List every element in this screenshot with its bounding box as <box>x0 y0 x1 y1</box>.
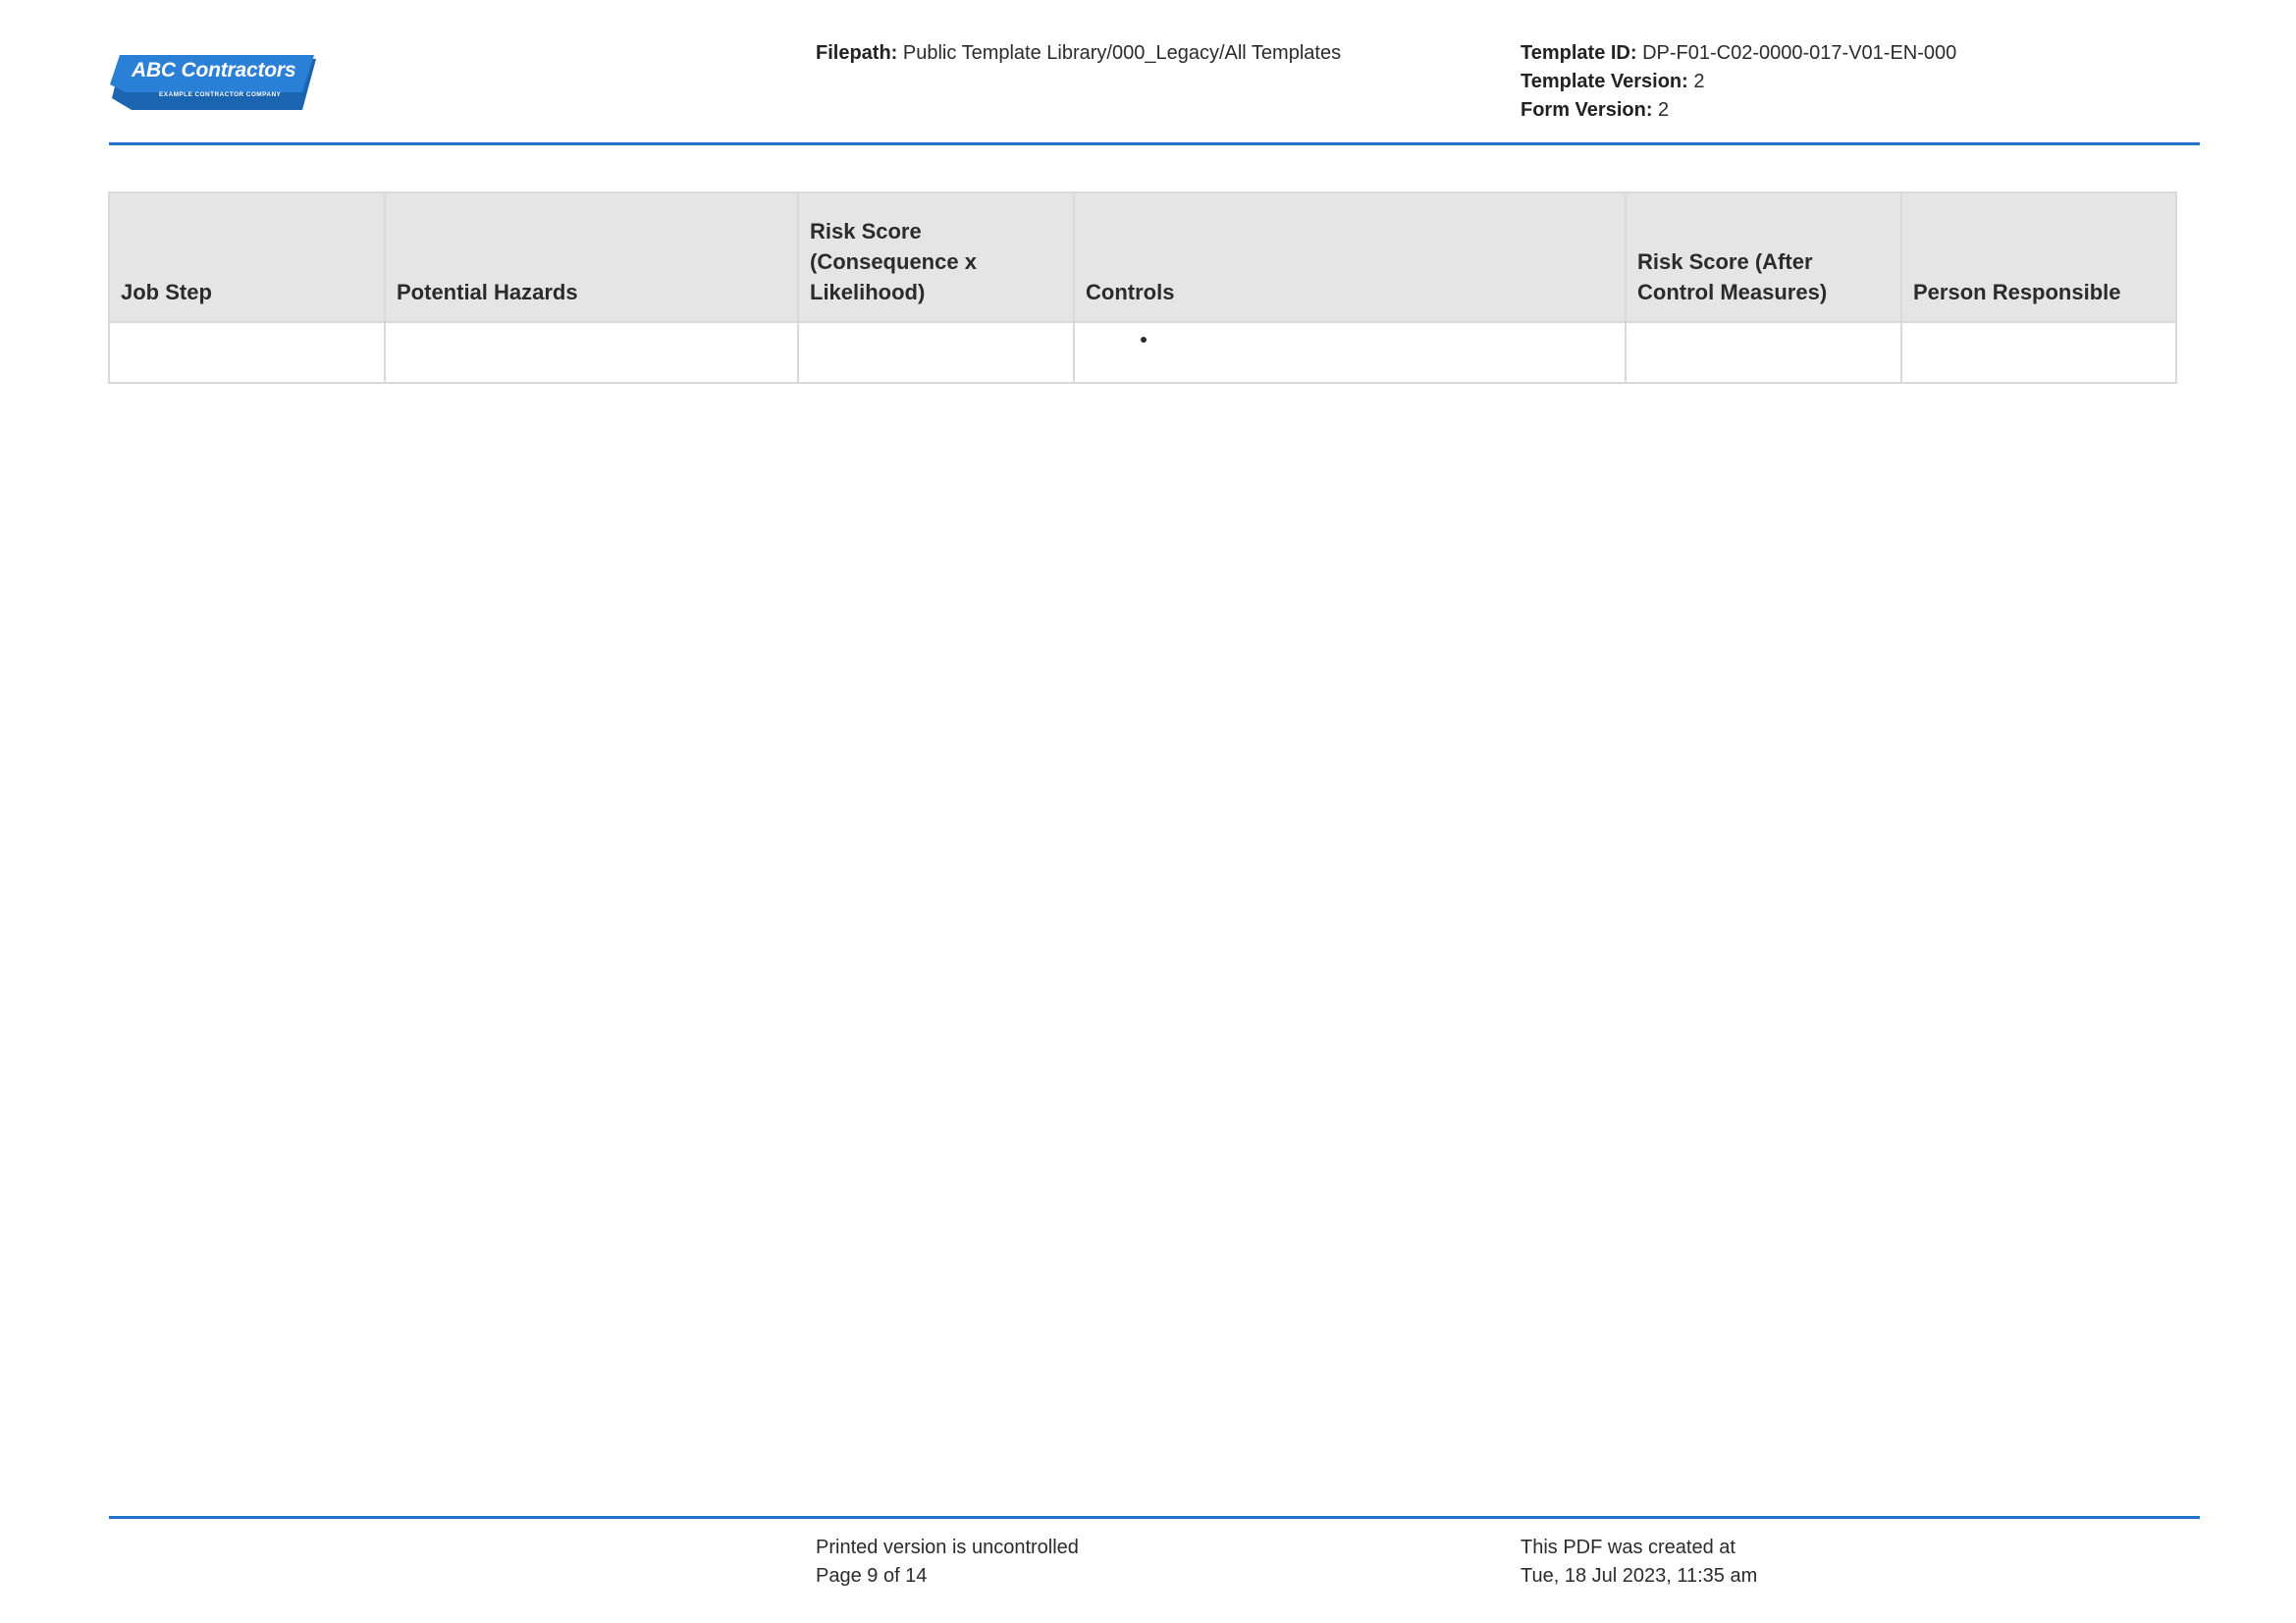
cell-person-responsible <box>1900 321 2177 384</box>
template-id-value: DP-F01-C02-0000-017-V01-EN-000 <box>1642 42 1957 64</box>
template-id-line: Template ID: DP-F01-C02-0000-017-V01-EN-… <box>1521 39 1956 68</box>
page-number: Page 9 of 14 <box>816 1565 928 1587</box>
table-row <box>108 321 2177 384</box>
cell-risk-score-after <box>1625 321 1902 384</box>
template-version-value: 2 <box>1693 71 1705 92</box>
column-header-potential-hazards: Potential Hazards <box>384 191 799 323</box>
filepath-info: Filepath: Public Template Library/000_Le… <box>816 39 1341 68</box>
created-timestamp: Tue, 18 Jul 2023, 11:35 am <box>1521 1565 1758 1587</box>
risk-assessment-table: Job Step Potential Hazards Risk Score (C… <box>108 191 2177 384</box>
template-version-line: Template Version: 2 <box>1521 68 1956 96</box>
template-version-label: Template Version: <box>1521 71 1688 92</box>
template-info: Template ID: DP-F01-C02-0000-017-V01-EN-… <box>1521 39 1956 125</box>
logo-tagline: EXAMPLE CONTRACTOR COMPANY <box>159 91 282 98</box>
form-version-line: Form Version: 2 <box>1521 96 1956 125</box>
logo-name: ABC Contractors <box>132 59 296 81</box>
filepath-label: Filepath: <box>816 42 898 64</box>
column-header-person-responsible: Person Responsible <box>1900 191 2177 323</box>
form-version-value: 2 <box>1658 99 1670 121</box>
page-header: ABC Contractors EXAMPLE CONTRACTOR COMPA… <box>0 0 2296 147</box>
template-id-label: Template ID: <box>1521 42 1637 64</box>
column-header-risk-score: Risk Score (Consequence x Likelihood) <box>797 191 1075 323</box>
cell-controls <box>1073 321 1627 384</box>
column-header-risk-score-after: Risk Score (After Control Measures) <box>1625 191 1902 323</box>
column-header-controls: Controls <box>1073 191 1627 323</box>
footer-status: Printed version is uncontrolled Page 9 o… <box>816 1534 1079 1591</box>
table-header-row: Job Step Potential Hazards Risk Score (C… <box>108 191 2177 323</box>
bullet-point-icon <box>1141 337 1147 343</box>
header-divider <box>109 142 2200 145</box>
column-header-job-step: Job Step <box>108 191 386 323</box>
created-label: This PDF was created at <box>1521 1537 1735 1558</box>
uncontrolled-notice: Printed version is uncontrolled <box>816 1537 1079 1558</box>
company-logo: ABC Contractors EXAMPLE CONTRACTOR COMPA… <box>110 53 316 112</box>
cell-risk-score <box>797 321 1075 384</box>
footer-divider <box>109 1516 2200 1519</box>
cell-job-step <box>108 321 386 384</box>
cell-potential-hazards <box>384 321 799 384</box>
filepath-value: Public Template Library/000_Legacy/All T… <box>902 42 1342 64</box>
form-version-label: Form Version: <box>1521 99 1653 121</box>
footer-created: This PDF was created at Tue, 18 Jul 2023… <box>1521 1534 1757 1591</box>
